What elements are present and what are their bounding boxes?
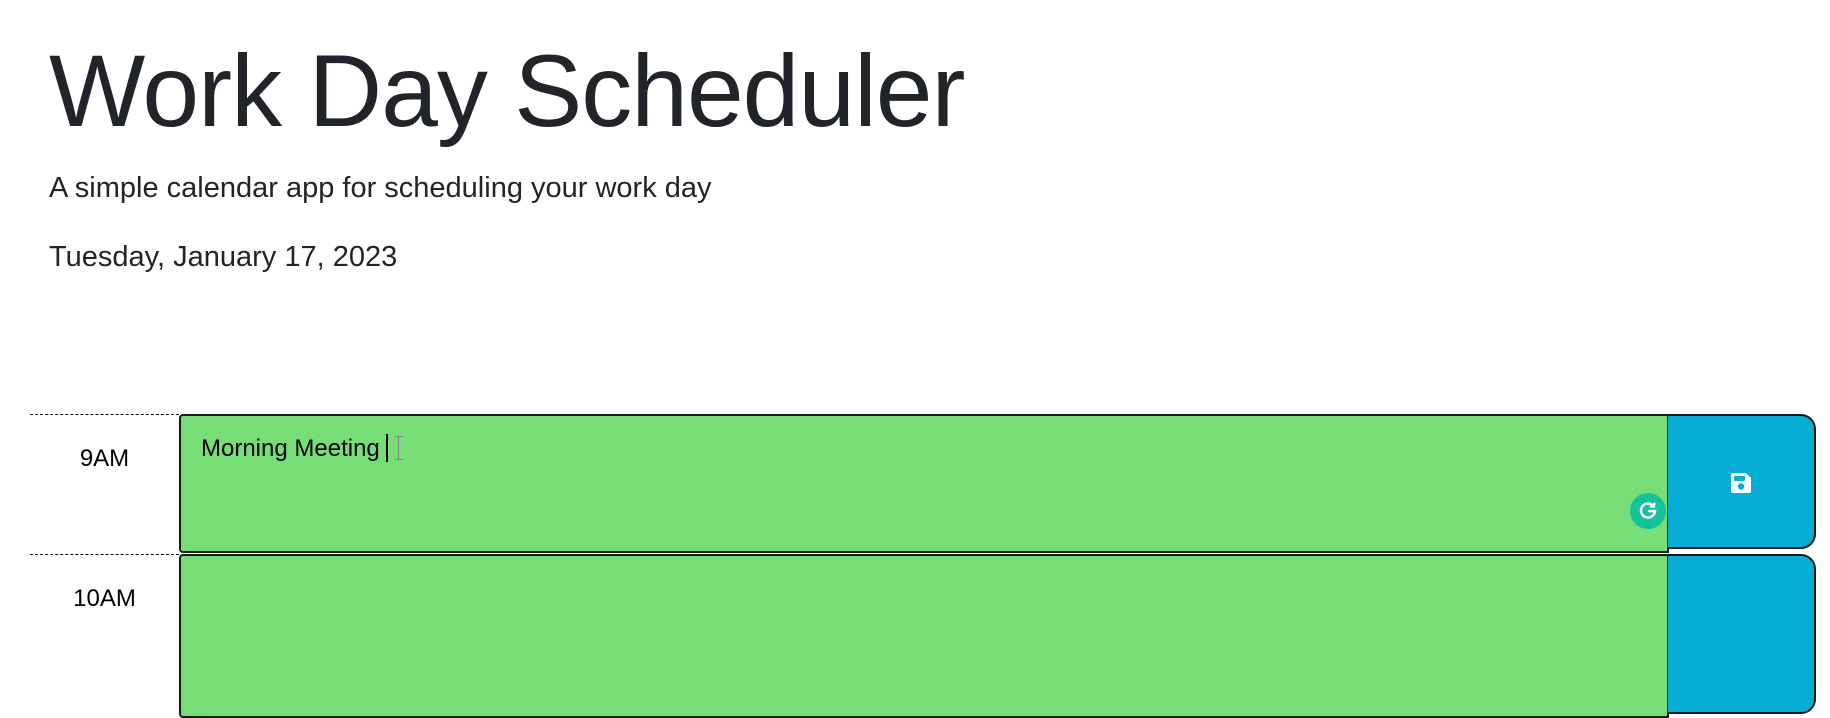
description-textarea[interactable] bbox=[179, 554, 1669, 718]
text-caret bbox=[385, 433, 388, 462]
hour-label-cell: 9AM bbox=[30, 414, 179, 554]
save-button[interactable] bbox=[1668, 414, 1816, 549]
hour-label: 10AM bbox=[73, 585, 136, 612]
save-button[interactable] bbox=[1668, 554, 1816, 714]
app-lead: A simple calendar app for scheduling you… bbox=[49, 172, 712, 204]
app-title: Work Day Scheduler bbox=[49, 34, 965, 148]
time-block-10am: 10AM bbox=[30, 554, 1818, 718]
save-icon bbox=[1731, 473, 1751, 493]
description-textarea[interactable]: Morning Meeting bbox=[179, 414, 1669, 553]
ibeam-cursor-icon bbox=[393, 435, 405, 461]
hour-label-cell: 10AM bbox=[30, 554, 179, 694]
description-text: Morning Meeting bbox=[201, 433, 405, 463]
hour-label: 9AM bbox=[79, 445, 130, 472]
grammarly-icon[interactable] bbox=[1630, 493, 1666, 529]
time-block-9am: 9AM Morning Meeting bbox=[30, 414, 1818, 554]
current-day: Tuesday, January 17, 2023 bbox=[49, 241, 398, 273]
